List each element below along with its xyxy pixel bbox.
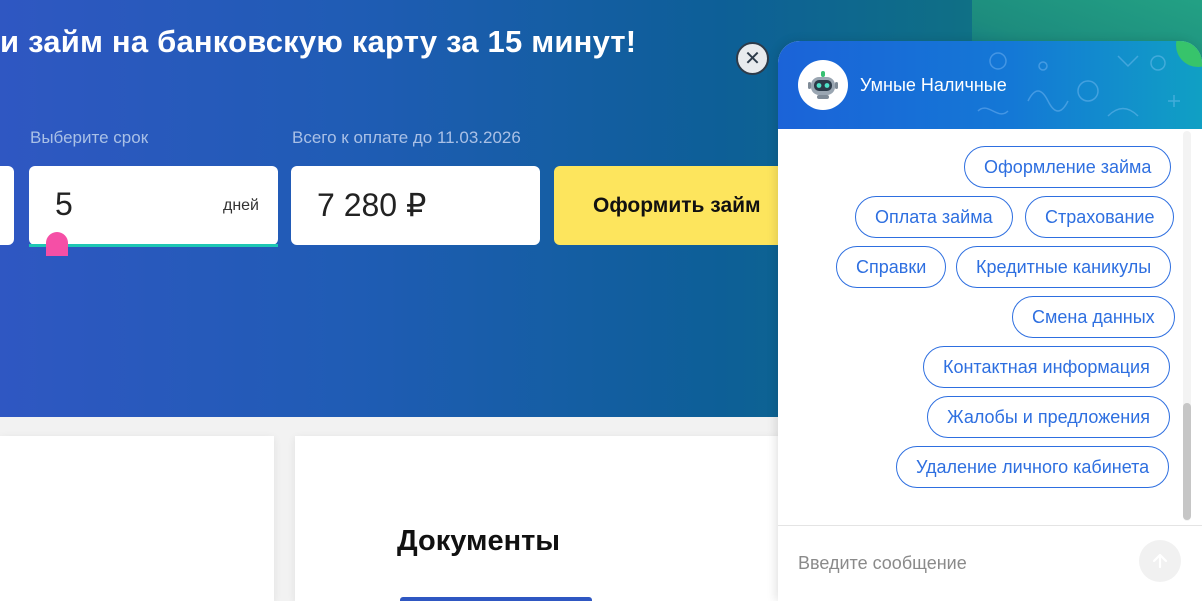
chip-certificates[interactable]: Справки — [836, 246, 947, 288]
chat-scrollbar-thumb[interactable] — [1183, 403, 1191, 520]
chat-header: Умные Наличные — [778, 41, 1202, 129]
term-value: 5 — [55, 186, 73, 222]
total-value: 7 280 ₽ — [317, 187, 427, 223]
documents-card: Документы — [295, 436, 795, 601]
info-card — [0, 436, 274, 601]
bot-avatar — [798, 60, 848, 110]
chip-insurance[interactable]: Страхование — [1025, 196, 1175, 238]
chat-body: Оформление займа Оплата займа Страховани… — [778, 129, 1202, 525]
chat-widget: Умные Наличные Оформление займа Оплата з… — [778, 41, 1202, 601]
term-unit: дней — [222, 197, 259, 214]
documents-tab[interactable] — [400, 597, 592, 601]
chat-title: Умные Наличные — [860, 75, 1007, 95]
chip-contact-info[interactable]: Контактная информация — [923, 346, 1170, 388]
total-label: Всего к оплате до 11.03.2026 — [292, 128, 521, 147]
apply-loan-button[interactable]: Оформить займ — [554, 166, 794, 245]
send-arrow-icon — [1152, 553, 1168, 569]
chip-loan-payment[interactable]: Оплата займа — [855, 196, 1013, 238]
term-field[interactable]: 5 дней — [29, 166, 278, 245]
total-field: 7 280 ₽ — [291, 166, 540, 245]
chip-change-data[interactable]: Смена данных — [1012, 296, 1175, 338]
amount-field[interactable] — [0, 166, 14, 245]
chip-credit-holidays[interactable]: Кредитные каникулы — [956, 246, 1172, 288]
chip-complaints[interactable]: Жалобы и предложения — [927, 396, 1171, 438]
close-icon: ✕ — [744, 47, 761, 70]
documents-title: Документы — [397, 525, 561, 557]
chip-delete-account[interactable]: Удаление личного кабинета — [896, 446, 1170, 488]
term-label: Выберите срок — [30, 128, 149, 147]
term-slider-handle[interactable] — [46, 232, 68, 256]
robot-avatar-icon — [808, 71, 838, 99]
message-input[interactable] — [778, 526, 1138, 601]
hero-title: и займ на банковскую карту за 15 минут! — [0, 24, 637, 59]
send-button[interactable] — [1139, 540, 1181, 582]
close-chat-button[interactable]: ✕ — [736, 42, 769, 75]
chip-loan-application[interactable]: Оформление займа — [964, 146, 1172, 188]
